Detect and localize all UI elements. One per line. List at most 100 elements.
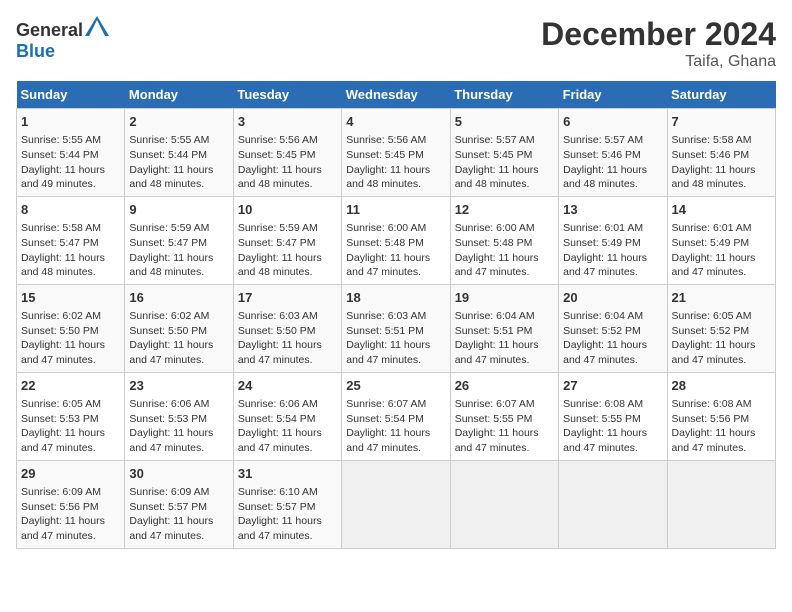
logo-general: General (16, 20, 83, 40)
calendar-cell: 3 Sunrise: 5:56 AM Sunset: 5:45 PM Daylig… (233, 109, 341, 197)
calendar-cell: 14 Sunrise: 6:01 AM Sunset: 5:49 PM Dayli… (667, 196, 775, 284)
day-info: Sunrise: 6:07 AM Sunset: 5:55 PM Dayligh… (455, 398, 539, 454)
calendar-cell: 15Sunrise: 6:02 AM Sunset: 5:50 PM Dayli… (17, 284, 125, 372)
day-info: Sunrise: 6:02 AM Sunset: 5:50 PM Dayligh… (129, 310, 213, 366)
calendar-cell: 16 Sunrise: 6:02 AM Sunset: 5:50 PM Dayli… (125, 284, 233, 372)
calendar-cell: 12 Sunrise: 6:00 AM Sunset: 5:48 PM Dayli… (450, 196, 558, 284)
day-number: 11 (346, 201, 445, 219)
day-info: Sunrise: 6:04 AM Sunset: 5:51 PM Dayligh… (455, 310, 539, 366)
calendar-cell (450, 460, 558, 548)
calendar-cell (667, 460, 775, 548)
day-info: Sunrise: 5:59 AM Sunset: 5:47 PM Dayligh… (129, 222, 213, 278)
calendar-cell: 9Sunrise: 5:59 AM Sunset: 5:47 PM Daylig… (125, 196, 233, 284)
calendar-cell: 4Sunrise: 5:56 AM Sunset: 5:45 PM Daylig… (342, 109, 450, 197)
day-number: 8 (21, 201, 120, 219)
day-info: Sunrise: 6:08 AM Sunset: 5:56 PM Dayligh… (672, 398, 756, 454)
day-info: Sunrise: 6:05 AM Sunset: 5:52 PM Dayligh… (672, 310, 756, 366)
calendar-cell: 23Sunrise: 6:06 AM Sunset: 5:53 PM Dayli… (125, 372, 233, 460)
day-info: Sunrise: 6:06 AM Sunset: 5:54 PM Dayligh… (238, 398, 322, 454)
logo: General Blue (16, 16, 109, 62)
calendar-cell: 1 Sunrise: 5:55 AM Sunset: 5:44 PM Daylig… (17, 109, 125, 197)
day-info: Sunrise: 6:03 AM Sunset: 5:51 PM Dayligh… (346, 310, 430, 366)
day-info: Sunrise: 6:07 AM Sunset: 5:54 PM Dayligh… (346, 398, 430, 454)
day-number: 22 (21, 377, 120, 395)
day-info: Sunrise: 6:01 AM Sunset: 5:49 PM Dayligh… (563, 222, 647, 278)
calendar-cell: 10Sunrise: 5:59 AM Sunset: 5:47 PM Dayli… (233, 196, 341, 284)
day-info: Sunrise: 6:06 AM Sunset: 5:53 PM Dayligh… (129, 398, 213, 454)
day-number: 27 (563, 377, 662, 395)
calendar-cell: 13Sunrise: 6:01 AM Sunset: 5:49 PM Dayli… (559, 196, 667, 284)
day-info: Sunrise: 6:00 AM Sunset: 5:48 PM Dayligh… (346, 222, 430, 278)
day-number: 5 (455, 113, 554, 131)
day-number: 2 (129, 113, 228, 131)
day-number: 16 (129, 289, 228, 307)
day-number: 14 (672, 201, 771, 219)
day-number: 26 (455, 377, 554, 395)
day-info: Sunrise: 6:09 AM Sunset: 5:57 PM Dayligh… (129, 486, 213, 542)
day-info: Sunrise: 5:56 AM Sunset: 5:45 PM Dayligh… (238, 134, 322, 190)
day-info: Sunrise: 5:58 AM Sunset: 5:46 PM Dayligh… (672, 134, 756, 190)
calendar-cell: 20 Sunrise: 6:04 AM Sunset: 5:52 PM Dayli… (559, 284, 667, 372)
calendar-week-1: 1 Sunrise: 5:55 AM Sunset: 5:44 PM Daylig… (17, 109, 776, 197)
day-header-saturday: Saturday (667, 81, 775, 109)
calendar-cell: 21 Sunrise: 6:05 AM Sunset: 5:52 PM Dayli… (667, 284, 775, 372)
day-number: 21 (672, 289, 771, 307)
calendar-cell: 5 Sunrise: 5:57 AM Sunset: 5:45 PM Daylig… (450, 109, 558, 197)
calendar-cell: 27 Sunrise: 6:08 AM Sunset: 5:55 PM Dayli… (559, 372, 667, 460)
day-header-friday: Friday (559, 81, 667, 109)
calendar-header: SundayMondayTuesdayWednesdayThursdayFrid… (17, 81, 776, 109)
day-number: 29 (21, 465, 120, 483)
day-info: Sunrise: 6:04 AM Sunset: 5:52 PM Dayligh… (563, 310, 647, 366)
calendar-cell: 11 Sunrise: 6:00 AM Sunset: 5:48 PM Dayli… (342, 196, 450, 284)
calendar-cell: 8 Sunrise: 5:58 AM Sunset: 5:47 PM Daylig… (17, 196, 125, 284)
day-info: Sunrise: 5:56 AM Sunset: 5:45 PM Dayligh… (346, 134, 430, 190)
calendar-week-3: 15Sunrise: 6:02 AM Sunset: 5:50 PM Dayli… (17, 284, 776, 372)
day-number: 1 (21, 113, 120, 131)
day-info: Sunrise: 6:05 AM Sunset: 5:53 PM Dayligh… (21, 398, 105, 454)
calendar-week-2: 8 Sunrise: 5:58 AM Sunset: 5:47 PM Daylig… (17, 196, 776, 284)
day-info: Sunrise: 6:03 AM Sunset: 5:50 PM Dayligh… (238, 310, 322, 366)
day-info: Sunrise: 5:55 AM Sunset: 5:44 PM Dayligh… (129, 134, 213, 190)
day-number: 17 (238, 289, 337, 307)
day-header-monday: Monday (125, 81, 233, 109)
day-number: 6 (563, 113, 662, 131)
title-block: December 2024 Taifa, Ghana (541, 16, 776, 71)
calendar-cell: 30 Sunrise: 6:09 AM Sunset: 5:57 PM Dayli… (125, 460, 233, 548)
day-header-sunday: Sunday (17, 81, 125, 109)
calendar-cell (342, 460, 450, 548)
day-info: Sunrise: 6:00 AM Sunset: 5:48 PM Dayligh… (455, 222, 539, 278)
calendar-cell: 31Sunrise: 6:10 AM Sunset: 5:57 PM Dayli… (233, 460, 341, 548)
day-info: Sunrise: 6:01 AM Sunset: 5:49 PM Dayligh… (672, 222, 756, 278)
calendar-week-5: 29 Sunrise: 6:09 AM Sunset: 5:56 PM Dayli… (17, 460, 776, 548)
day-number: 12 (455, 201, 554, 219)
day-info: Sunrise: 5:57 AM Sunset: 5:46 PM Dayligh… (563, 134, 647, 190)
day-number: 24 (238, 377, 337, 395)
day-info: Sunrise: 6:02 AM Sunset: 5:50 PM Dayligh… (21, 310, 105, 366)
day-info: Sunrise: 6:10 AM Sunset: 5:57 PM Dayligh… (238, 486, 322, 542)
calendar-table: SundayMondayTuesdayWednesdayThursdayFrid… (16, 81, 776, 549)
day-number: 3 (238, 113, 337, 131)
day-header-thursday: Thursday (450, 81, 558, 109)
day-info: Sunrise: 6:09 AM Sunset: 5:56 PM Dayligh… (21, 486, 105, 542)
calendar-cell: 7Sunrise: 5:58 AM Sunset: 5:46 PM Daylig… (667, 109, 775, 197)
location: Taifa, Ghana (541, 53, 776, 71)
day-number: 20 (563, 289, 662, 307)
calendar-cell: 24 Sunrise: 6:06 AM Sunset: 5:54 PM Dayli… (233, 372, 341, 460)
calendar-cell: 26 Sunrise: 6:07 AM Sunset: 5:55 PM Dayli… (450, 372, 558, 460)
day-info: Sunrise: 5:57 AM Sunset: 5:45 PM Dayligh… (455, 134, 539, 190)
logo-icon (85, 16, 109, 36)
day-header-tuesday: Tuesday (233, 81, 341, 109)
day-info: Sunrise: 6:08 AM Sunset: 5:55 PM Dayligh… (563, 398, 647, 454)
calendar-cell: 19Sunrise: 6:04 AM Sunset: 5:51 PM Dayli… (450, 284, 558, 372)
calendar-cell: 6 Sunrise: 5:57 AM Sunset: 5:46 PM Daylig… (559, 109, 667, 197)
day-number: 10 (238, 201, 337, 219)
calendar-cell: 18Sunrise: 6:03 AM Sunset: 5:51 PM Dayli… (342, 284, 450, 372)
calendar-cell: 28 Sunrise: 6:08 AM Sunset: 5:56 PM Dayli… (667, 372, 775, 460)
day-info: Sunrise: 5:55 AM Sunset: 5:44 PM Dayligh… (21, 134, 105, 190)
calendar-cell: 25Sunrise: 6:07 AM Sunset: 5:54 PM Dayli… (342, 372, 450, 460)
day-info: Sunrise: 5:58 AM Sunset: 5:47 PM Dayligh… (21, 222, 105, 278)
day-number: 30 (129, 465, 228, 483)
day-number: 28 (672, 377, 771, 395)
calendar-week-4: 22 Sunrise: 6:05 AM Sunset: 5:53 PM Dayli… (17, 372, 776, 460)
calendar-cell: 22 Sunrise: 6:05 AM Sunset: 5:53 PM Dayli… (17, 372, 125, 460)
